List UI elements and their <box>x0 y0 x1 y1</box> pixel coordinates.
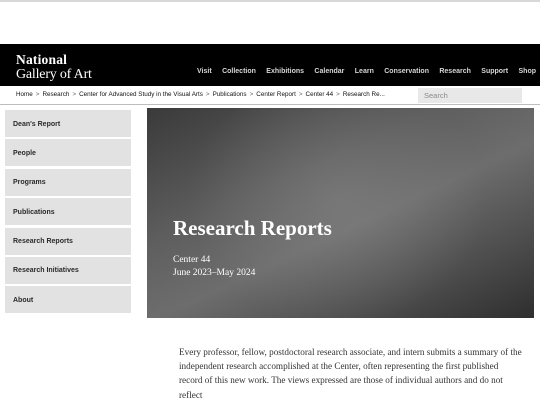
search-input[interactable] <box>418 88 522 103</box>
sidebar-item-research-initiatives[interactable]: Research Initiatives <box>5 256 131 284</box>
hero-subtitle-dates: June 2023–May 2024 <box>173 268 256 278</box>
breadcrumb-separator: > <box>35 91 40 98</box>
nav-conservation[interactable]: Conservation <box>384 68 429 75</box>
hero-background <box>187 108 487 318</box>
sidebar-item-people[interactable]: People <box>5 139 131 167</box>
logo-line-1: National <box>16 52 68 67</box>
nav-calendar[interactable]: Calendar <box>314 68 344 75</box>
breadcrumb-separator: > <box>72 91 77 98</box>
breadcrumb-publications[interactable]: Publications <box>213 91 247 98</box>
breadcrumb-separator: > <box>205 91 210 98</box>
sidebar: Dean's Report People Programs Publicatio… <box>5 110 131 316</box>
nav-research[interactable]: Research <box>439 68 471 75</box>
page-title: Research Reports <box>173 216 332 240</box>
breadcrumb-center-44[interactable]: Center 44 <box>306 91 334 98</box>
nav-shop[interactable]: Shop <box>519 68 537 75</box>
hero-subtitle-center: Center 44 <box>173 255 211 265</box>
nav-exhibitions[interactable]: Exhibitions <box>266 68 304 75</box>
sidebar-item-research-reports[interactable]: Research Reports <box>5 227 131 255</box>
top-border <box>0 0 540 2</box>
breadcrumb-bar: Home > Research > Center for Advanced St… <box>0 86 540 105</box>
breadcrumb-current: Research Re... <box>342 91 385 98</box>
nav-visit[interactable]: Visit <box>197 68 212 75</box>
breadcrumb: Home > Research > Center for Advanced St… <box>16 91 385 98</box>
breadcrumb-separator: > <box>249 91 254 98</box>
site-logo[interactable]: National Gallery of Art <box>16 53 92 82</box>
nav-support[interactable]: Support <box>481 68 508 75</box>
sidebar-item-publications[interactable]: Publications <box>5 198 131 226</box>
intro-paragraph: Every professor, fellow, postdoctoral re… <box>179 347 522 400</box>
breadcrumb-separator: > <box>298 91 303 98</box>
breadcrumb-separator: > <box>336 91 340 98</box>
logo-line-2: Gallery of Art <box>16 66 92 82</box>
nav-collection[interactable]: Collection <box>222 68 256 75</box>
sidebar-item-programs[interactable]: Programs <box>5 168 131 196</box>
breadcrumb-home[interactable]: Home <box>16 91 33 98</box>
breadcrumb-research[interactable]: Research <box>42 91 69 98</box>
sidebar-item-deans-report[interactable]: Dean's Report <box>5 110 131 137</box>
sidebar-item-about[interactable]: About <box>5 286 131 314</box>
hero-banner: Research Reports Center 44 June 2023–May… <box>147 108 534 318</box>
breadcrumb-center-report[interactable]: Center Report <box>256 91 296 98</box>
site-header: National Gallery of Art Visit Collection… <box>0 44 540 86</box>
main-nav: Visit Collection Exhibitions Calendar Le… <box>197 68 536 75</box>
nav-learn[interactable]: Learn <box>355 68 374 75</box>
breadcrumb-casva[interactable]: Center for Advanced Study in the Visual … <box>79 91 203 98</box>
